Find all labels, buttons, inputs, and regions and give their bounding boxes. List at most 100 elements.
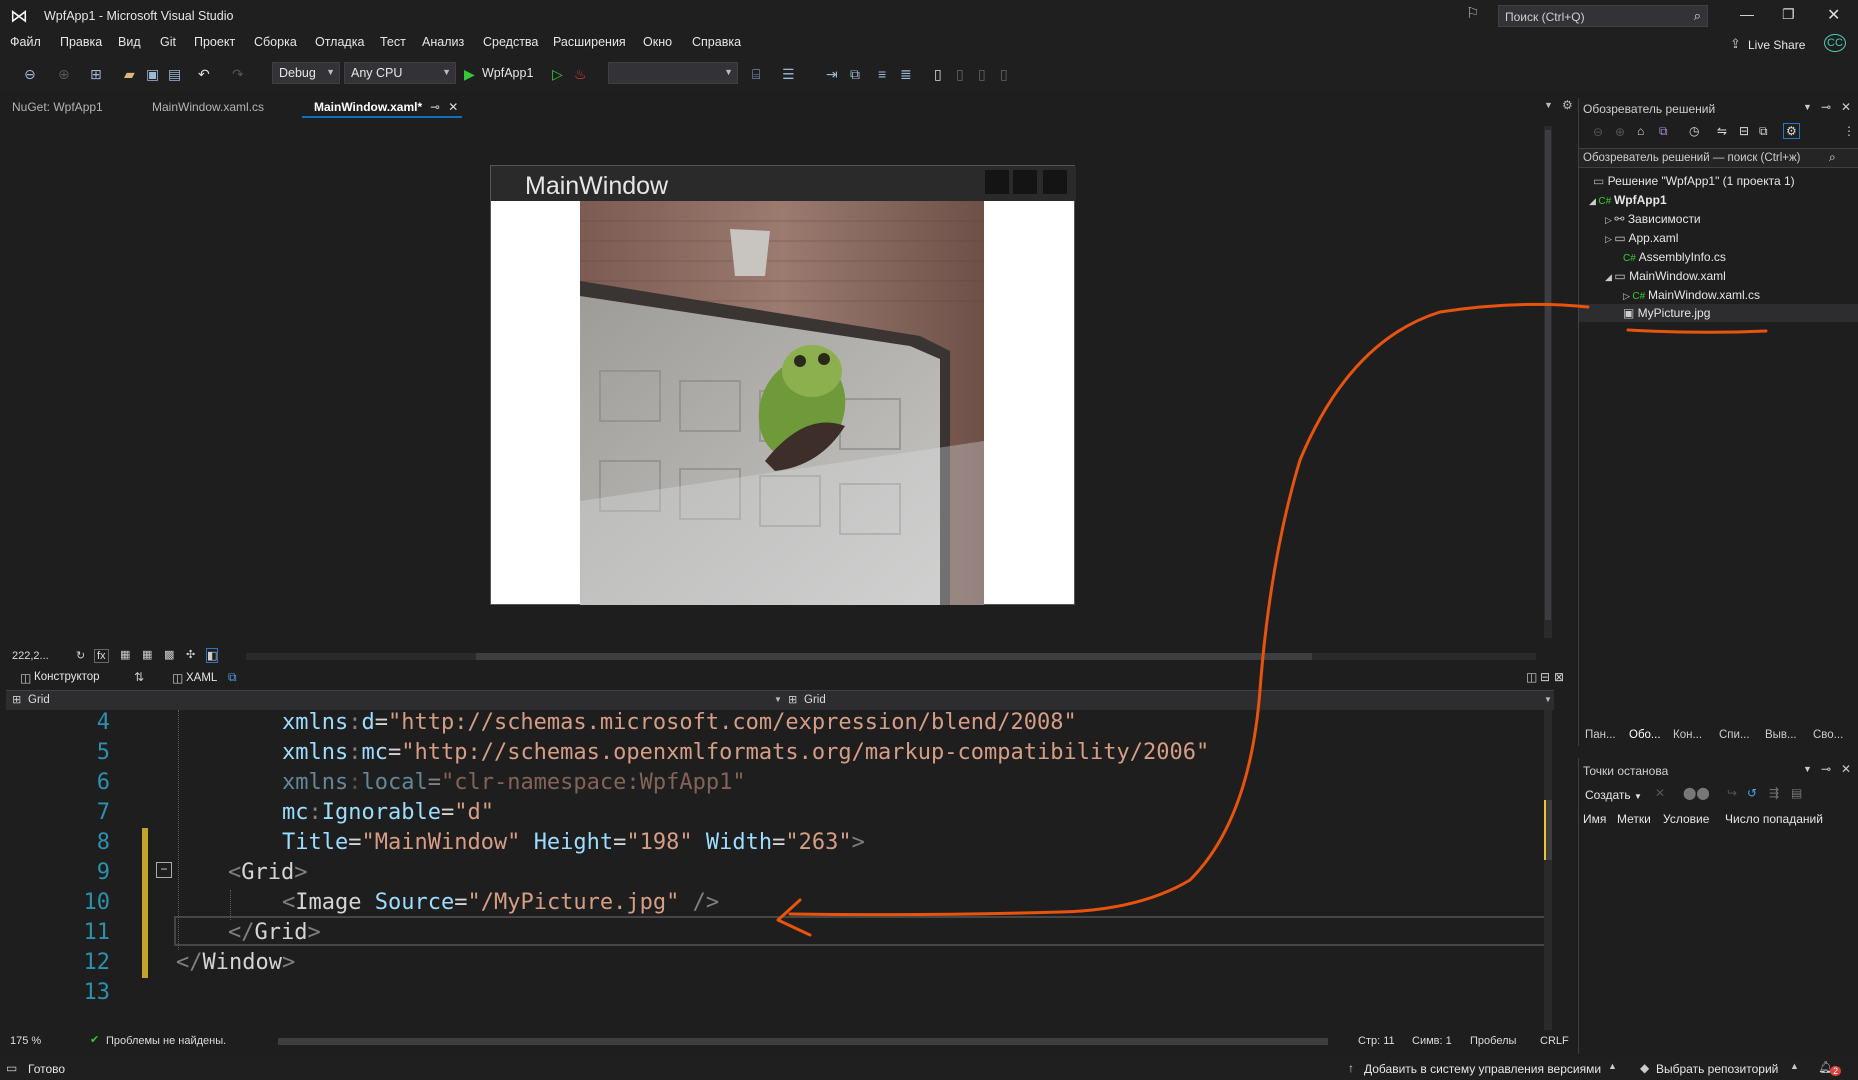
tab-list[interactable]: Спи... <box>1719 729 1750 741</box>
toolbar-icon-d[interactable]: ⧉ <box>850 66 860 83</box>
tab-designer[interactable]: Конструктор <box>34 671 100 683</box>
restore-button[interactable]: ❐ <box>1782 6 1795 23</box>
toggle-breakpoints-icon[interactable]: ⬤⬤ <box>1683 786 1710 800</box>
user-avatar[interactable]: CC <box>1824 34 1846 52</box>
tree-assemblyinfo[interactable]: C# AssemblyInfo.cs <box>1623 250 1726 264</box>
show-all-files-icon[interactable]: ⧉ <box>1759 124 1768 139</box>
close-icon[interactable]: ✕ <box>1841 762 1851 776</box>
designer-scrollbar-v[interactable] <box>1544 126 1552 638</box>
editor-scrollbar-h[interactable] <box>278 1038 1328 1045</box>
wpf-window-preview[interactable]: MainWindow <box>490 165 1076 605</box>
editor-scrollbar-v[interactable] <box>1544 710 1552 1030</box>
breadcrumb-left[interactable]: Grid <box>28 694 50 706</box>
grid-icon[interactable]: ▦ <box>120 648 130 661</box>
tree-mypicture[interactable]: ▣ MyPicture.jpg <box>1623 306 1710 320</box>
close-tab-icon[interactable]: ✕ <box>448 100 458 114</box>
menu-edit[interactable]: Правка <box>60 35 102 49</box>
bookmark-icon[interactable]: ▯ <box>934 66 942 83</box>
pin-icon[interactable]: ⊸ <box>1821 100 1831 114</box>
fx-icon[interactable]: fx <box>94 649 109 663</box>
col-hit-count[interactable]: Число попаданий <box>1725 812 1823 826</box>
menu-window[interactable]: Окно <box>643 35 672 49</box>
menu-help[interactable]: Справка <box>692 35 741 49</box>
menu-build[interactable]: Сборка <box>254 35 297 49</box>
toolbar-icon-c[interactable]: ⇥ <box>826 66 838 83</box>
tree-project[interactable]: ◢ C# WpfApp1 <box>1589 193 1667 207</box>
device-icon[interactable]: ◧ <box>206 648 219 663</box>
undo-icon[interactable]: ↶ <box>198 66 210 83</box>
artboard-icon[interactable]: ▩ <box>164 648 174 661</box>
toolbar-icon-a[interactable]: ⌸ <box>752 66 760 83</box>
columns-icon[interactable]: ⇶ <box>1769 786 1779 800</box>
xaml-code-editor[interactable]: 4 5 6 7 8 9 10 11 12 13 − xmlns:d="http:… <box>6 710 1554 1032</box>
go-to-source-icon[interactable]: ↪ <box>1727 786 1737 800</box>
switch-views-icon[interactable]: ⧉ <box>1659 124 1668 139</box>
run-target-button[interactable]: WpfApp1 <box>482 66 533 80</box>
menu-view[interactable]: Вид <box>118 35 141 49</box>
save-icon[interactable]: ▣ <box>146 66 159 83</box>
forward-icon[interactable]: ⊕ <box>58 66 70 83</box>
pin-icon[interactable]: ⊸ <box>430 100 440 114</box>
select-repo-button[interactable]: Выбрать репозиторий <box>1656 1062 1778 1076</box>
zoom-select[interactable]: 222,2... <box>12 650 49 662</box>
indent-icon[interactable]: ≡ <box>878 66 886 82</box>
tab-output[interactable]: Выв... <box>1765 729 1797 741</box>
chevron-down-icon[interactable]: ▼ <box>1544 695 1552 704</box>
popout-xaml-icon[interactable]: ⧉ <box>228 670 237 685</box>
start-without-debug-icon[interactable]: ▷ <box>552 66 563 83</box>
live-share-icon[interactable]: ⇪ <box>1730 36 1741 52</box>
chevron-right-icon[interactable]: ▷ <box>1605 234 1614 244</box>
split-horizontal-icon[interactable]: ⊟ <box>1540 670 1550 684</box>
menu-debug[interactable]: Отладка <box>315 35 364 49</box>
chevron-down-icon[interactable]: ◢ <box>1589 196 1598 206</box>
col-name[interactable]: Имя <box>1583 812 1606 826</box>
menu-git[interactable]: Git <box>160 35 176 49</box>
chevron-right-icon[interactable]: ▷ <box>1605 215 1614 225</box>
bookmark-next-icon[interactable]: ▯ <box>978 66 986 83</box>
tree-dependencies[interactable]: ▷ ⚯ Зависимости <box>1605 212 1701 226</box>
tab-nuget[interactable]: NuGet: WpfApp1 <box>0 98 148 118</box>
breadcrumb-right[interactable]: Grid <box>804 694 826 706</box>
menu-test[interactable]: Тест <box>380 35 406 49</box>
menu-analyze[interactable]: Анализ <box>422 35 464 49</box>
col-condition[interactable]: Условие <box>1663 812 1709 826</box>
tab-mainwindow-cs[interactable]: MainWindow.xaml.cs <box>140 98 300 118</box>
split-vertical-icon[interactable]: ◫ <box>1526 670 1537 684</box>
settings-icon[interactable]: ⚙ <box>1562 98 1573 112</box>
close-button[interactable]: ✕ <box>1827 5 1840 25</box>
home-icon[interactable]: ⌂ <box>1637 124 1644 138</box>
create-breakpoint-button[interactable]: Создать ▼ <box>1585 788 1642 802</box>
export-icon[interactable]: ▤ <box>1791 786 1802 800</box>
tree-mainwindow-cs[interactable]: ▷ C# MainWindow.xaml.cs <box>1623 288 1760 302</box>
tab-solution-explorer[interactable]: Обо... <box>1629 729 1661 741</box>
live-share-button[interactable]: Live Share <box>1748 38 1805 52</box>
tab-containers[interactable]: Кон... <box>1673 729 1702 741</box>
pin-icon[interactable]: ⊸ <box>1821 762 1831 776</box>
refresh-icon[interactable]: ↺ <box>1747 786 1757 800</box>
tree-solution[interactable]: ▭ Решение "WpfApp1" (1 проекта 1) <box>1593 174 1795 188</box>
eol-indicator[interactable]: CRLF <box>1540 1035 1569 1047</box>
chevron-down-icon[interactable]: ▼ <box>774 695 782 704</box>
bookmark-clear-icon[interactable]: ▯ <box>1000 66 1008 83</box>
new-project-icon[interactable]: ⊞ <box>90 66 102 83</box>
hot-reload-icon[interactable]: ♨ <box>574 66 587 83</box>
frog-picture[interactable] <box>580 201 984 605</box>
col-indicator[interactable]: Симв: 1 <box>1412 1035 1452 1047</box>
more-options-icon[interactable]: ⋮ <box>1843 124 1855 138</box>
open-icon[interactable]: ▰ <box>124 66 135 83</box>
solution-search[interactable]: Обозреватель решений — поиск (Ctrl+ж) ⌕ <box>1579 148 1858 168</box>
tab-xaml[interactable]: XAML <box>186 672 217 684</box>
col-labels[interactable]: Метки <box>1617 812 1651 826</box>
config-select[interactable]: Debug ▼ <box>272 62 340 84</box>
forward-icon[interactable]: ⊕ <box>1615 125 1625 139</box>
start-debug-icon[interactable]: ▶ <box>464 66 475 83</box>
platform-select[interactable]: Any CPU ▼ <box>344 62 456 84</box>
snap-icon[interactable]: ✣ <box>186 648 195 661</box>
minimize-button[interactable]: — <box>1740 6 1754 22</box>
tree-app-xaml[interactable]: ▷ ▭ App.xaml <box>1605 231 1678 245</box>
back-icon[interactable]: ⊖ <box>1593 125 1603 139</box>
collapse-pane-icon[interactable]: ⊠ <box>1554 670 1564 684</box>
tab-panel[interactable]: Пан... <box>1585 729 1616 741</box>
editor-zoom[interactable]: 175 % <box>10 1035 41 1047</box>
chevron-down-icon[interactable]: ◢ <box>1605 272 1614 282</box>
